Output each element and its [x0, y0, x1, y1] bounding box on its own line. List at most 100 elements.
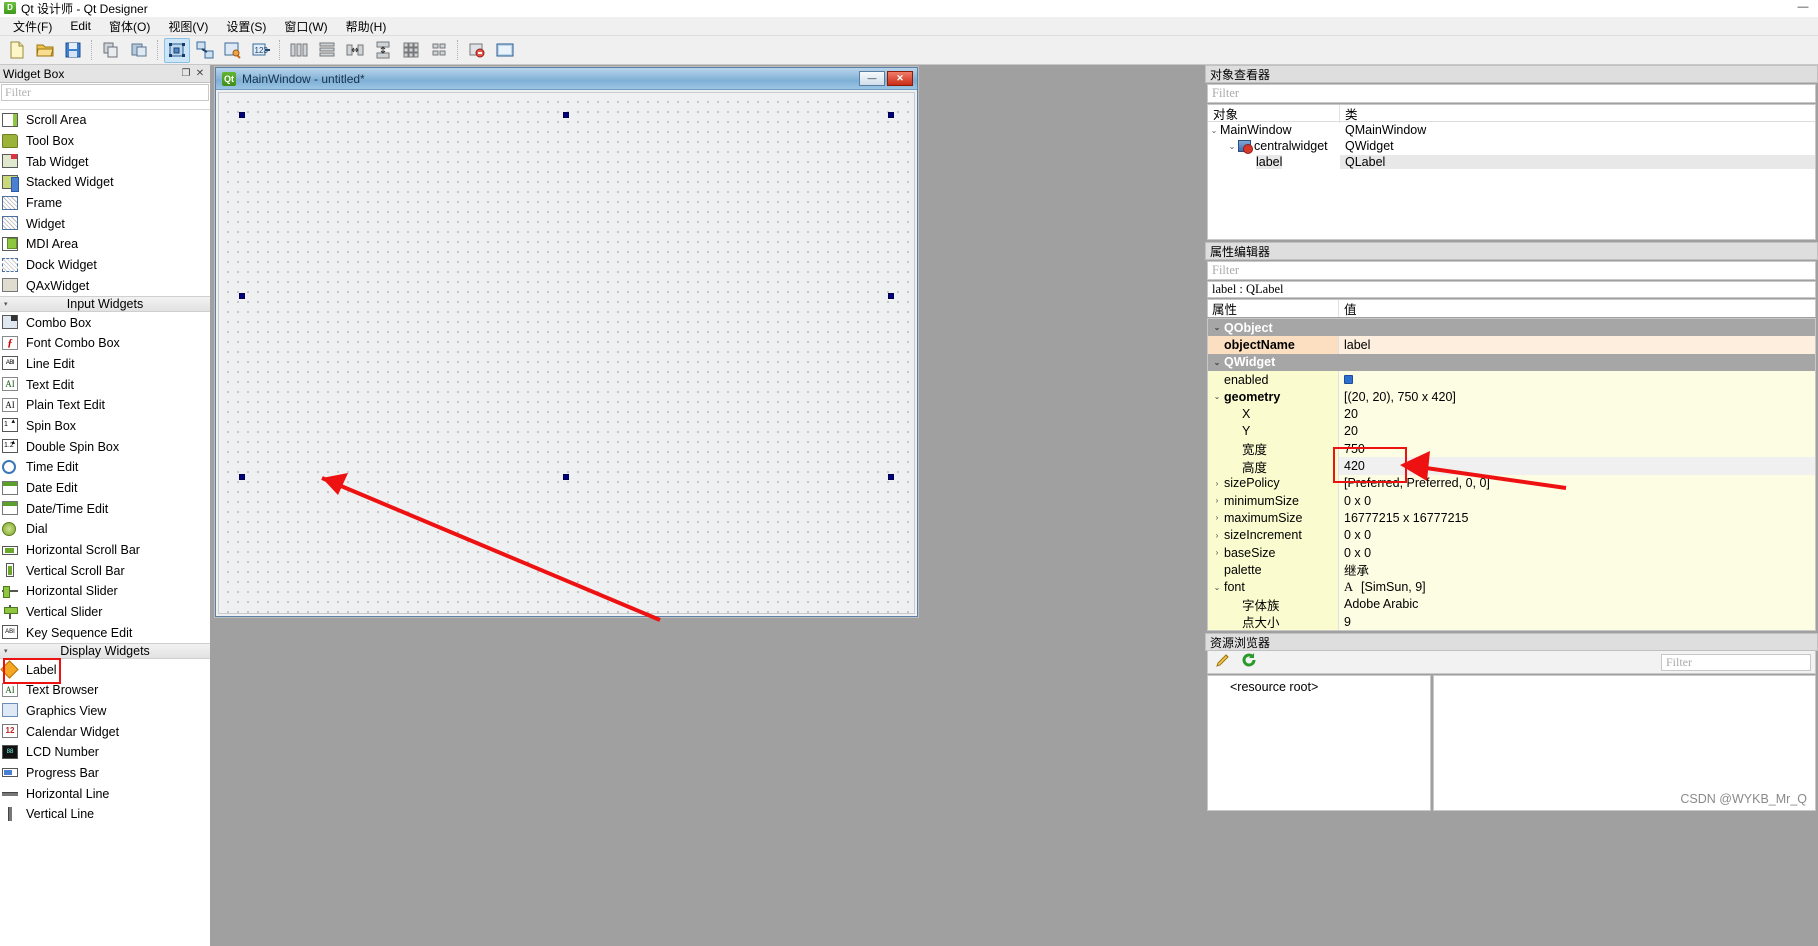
selection-handle-top-left[interactable] — [239, 112, 245, 118]
widget-list[interactable]: Scroll Area Tool Box Tab Widget Stacked Wid… — [0, 110, 210, 946]
close-icon[interactable]: ✕ — [193, 68, 207, 79]
float-icon[interactable]: ❐ — [179, 68, 193, 79]
resource-tree[interactable]: <resource root> — [1207, 675, 1431, 811]
layout-h-icon[interactable] — [286, 38, 312, 63]
chevron-down-icon[interactable]: ⌄ — [1210, 583, 1224, 592]
property-row[interactable]: ⌄ font A [SimSun, 9] — [1208, 578, 1815, 596]
property-row[interactable]: 粗体 — [1208, 630, 1815, 631]
selection-handle-top-right[interactable] — [888, 112, 894, 118]
widget-item-date-edit[interactable]: Date Edit — [0, 478, 210, 499]
property-row[interactable]: 点大小 9 — [1208, 613, 1815, 630]
widget-item-progress-bar[interactable]: Progress Bar — [0, 763, 210, 784]
selection-handle-bot-right[interactable] — [888, 474, 894, 480]
property-row[interactable]: X 20 — [1208, 405, 1815, 423]
property-row[interactable]: ⌄ geometry [(20, 20), 750 x 420] — [1208, 388, 1815, 406]
widget-item-date-time-edit[interactable]: Date/Time Edit — [0, 498, 210, 519]
property-row[interactable]: 高度 420 — [1208, 457, 1815, 475]
property-row[interactable]: › baseSize 0 x 0 — [1208, 543, 1815, 562]
new-file-icon[interactable] — [4, 38, 30, 63]
open-folder-icon[interactable] — [32, 38, 58, 63]
break-layout-icon[interactable] — [464, 38, 490, 63]
widget-category-display-widgets[interactable]: ▾ Display Widgets — [0, 643, 210, 660]
menu-file[interactable]: 文件(F) — [4, 16, 61, 37]
widget-item-spin-box[interactable]: 1 Spin Box — [0, 416, 210, 437]
selection-handle-mid-right[interactable] — [888, 293, 894, 299]
chevron-right-icon[interactable]: › — [1210, 548, 1224, 557]
form-canvas[interactable] — [218, 92, 915, 614]
layout-v-icon[interactable] — [314, 38, 340, 63]
widget-item-font-combo-box[interactable]: ƒ Font Combo Box — [0, 333, 210, 354]
tab-order-icon[interactable]: 123 — [248, 38, 274, 63]
form-minimize-button[interactable]: — — [859, 71, 885, 86]
property-row[interactable]: ⌄ QObject — [1208, 319, 1815, 337]
property-row[interactable]: › sizePolicy [Preferred, Preferred, 0, 0] — [1208, 474, 1815, 492]
selection-handle-top-mid[interactable] — [563, 112, 569, 118]
property-row[interactable]: 字体族 Adobe Arabic — [1208, 595, 1815, 614]
edit-widgets-icon[interactable] — [164, 37, 190, 63]
object-tree-row[interactable]: ⌄ MainWindow QMainWindow — [1208, 122, 1815, 138]
selection-handle-mid-left[interactable] — [239, 293, 245, 299]
menu-form[interactable]: 窗体(O) — [100, 16, 159, 37]
object-tree-row[interactable]: ⌄ centralwidget QWidget — [1208, 138, 1815, 154]
object-tree[interactable]: 对象 类 ⌄ MainWindow QMainWindow ⌄ centralwidge… — [1207, 104, 1816, 240]
layout-form-icon[interactable] — [426, 38, 452, 63]
resource-preview[interactable]: CSDN @WYKB_Mr_Q — [1433, 675, 1816, 811]
layout-grid-icon[interactable] — [398, 38, 424, 63]
widget-item-horizontal-line[interactable]: Horizontal Line — [0, 783, 210, 804]
chevron-down-icon[interactable]: ⌄ — [1226, 142, 1238, 151]
widget-item-scroll-area[interactable]: Scroll Area — [0, 110, 210, 131]
property-row[interactable]: objectName label — [1208, 336, 1815, 354]
widget-item-widget[interactable]: Widget — [0, 213, 210, 234]
selection-handle-bot-mid[interactable] — [563, 474, 569, 480]
widget-item-stacked-widget[interactable]: Stacked Widget — [0, 172, 210, 193]
minimize-button[interactable]: — — [1788, 0, 1818, 17]
widget-item-tab-widget[interactable]: Tab Widget — [0, 151, 210, 172]
chevron-down-icon[interactable]: ⌄ — [1210, 358, 1224, 367]
menu-view[interactable]: 视图(V) — [159, 16, 217, 37]
signal-slot-icon[interactable] — [192, 38, 218, 63]
property-checkbox[interactable] — [1344, 375, 1353, 385]
widget-item-frame[interactable]: Frame — [0, 193, 210, 214]
widget-category-input-widgets[interactable]: ▾ Input Widgets — [0, 296, 210, 313]
widget-item-plain-text-edit[interactable]: AI Plain Text Edit — [0, 395, 210, 416]
widget-item-time-edit[interactable]: Time Edit — [0, 457, 210, 478]
widget-item-horizontal-scroll-bar[interactable]: Horizontal Scroll Bar — [0, 540, 210, 561]
chevron-down-icon[interactable]: ⌄ — [1208, 126, 1220, 135]
property-row[interactable]: › minimumSize 0 x 0 — [1208, 491, 1815, 510]
object-tree-row[interactable]: label QLabel — [1208, 154, 1815, 170]
property-row[interactable]: › sizeIncrement 0 x 0 — [1208, 526, 1815, 544]
form-close-button[interactable]: ✕ — [887, 71, 913, 86]
widget-item-mdi-area[interactable]: MDI Area — [0, 234, 210, 255]
resource-browser-filter[interactable]: Filter — [1661, 654, 1811, 671]
property-row[interactable]: › maximumSize 16777215 x 16777215 — [1208, 509, 1815, 527]
property-editor-filter[interactable]: Filter — [1207, 261, 1816, 280]
widget-item-dock-widget[interactable]: Dock Widget — [0, 255, 210, 276]
widget-item-horizontal-slider[interactable]: Horizontal Slider — [0, 581, 210, 602]
widget-item-calendar-widget[interactable]: 12 Calendar Widget — [0, 721, 210, 742]
widget-item-combo-box[interactable]: Combo Box — [0, 312, 210, 333]
chevron-right-icon[interactable]: › — [1210, 496, 1224, 505]
chevron-down-icon[interactable]: ⌄ — [1210, 323, 1224, 332]
widget-item-line-edit[interactable]: ABI Line Edit — [0, 354, 210, 375]
copy-icon[interactable] — [98, 38, 124, 63]
widget-item-qaxwidget[interactable]: QAxWidget — [0, 276, 210, 297]
splitter-v-icon[interactable] — [370, 38, 396, 63]
reload-icon[interactable] — [1241, 652, 1258, 672]
menu-edit[interactable]: Edit — [61, 17, 100, 35]
property-row[interactable]: enabled — [1208, 370, 1815, 389]
buddy-icon[interactable] — [220, 38, 246, 63]
paste-icon[interactable] — [126, 38, 152, 63]
splitter-h-icon[interactable] — [342, 38, 368, 63]
widget-item-graphics-view[interactable]: Graphics View — [0, 701, 210, 722]
widget-item-text-edit[interactable]: AI Text Edit — [0, 374, 210, 395]
widget-item-vertical-line[interactable]: Vertical Line — [0, 804, 210, 825]
menu-window[interactable]: 窗口(W) — [275, 16, 336, 37]
widget-box-filter[interactable]: Filter — [1, 84, 209, 101]
widget-item-key-sequence-edit[interactable]: ABI Key Sequence Edit — [0, 623, 210, 644]
widget-item-double-spin-box[interactable]: 1.2 Double Spin Box — [0, 436, 210, 457]
selection-handle-bot-left[interactable] — [239, 474, 245, 480]
widget-item-vertical-scroll-bar[interactable]: Vertical Scroll Bar — [0, 560, 210, 581]
object-inspector-filter[interactable]: Filter — [1207, 84, 1816, 103]
property-row[interactable]: ⌄ QWidget — [1208, 353, 1815, 371]
property-row[interactable]: Y 20 — [1208, 422, 1815, 441]
